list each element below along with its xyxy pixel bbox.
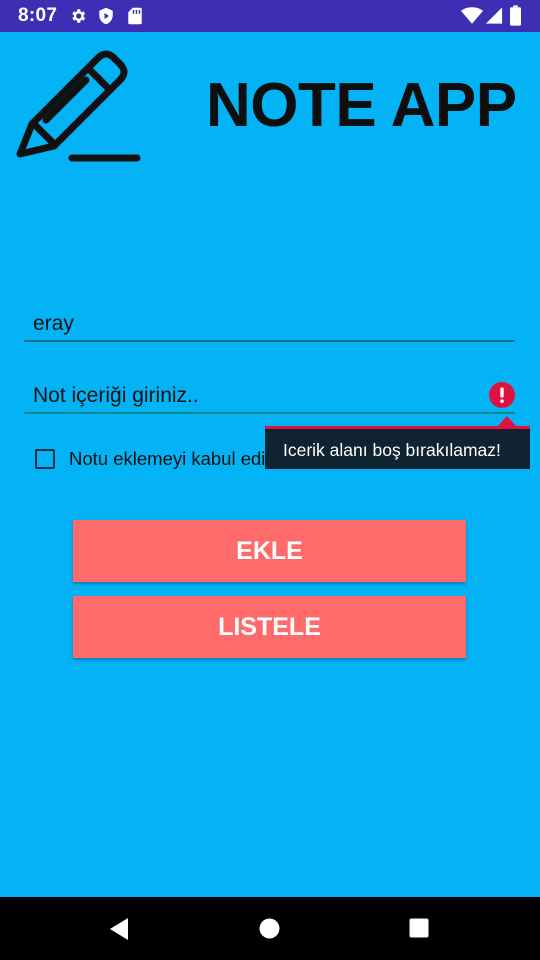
list-button[interactable]: LISTELE xyxy=(73,596,466,658)
status-time: 8:07 xyxy=(18,5,58,26)
error-popup-arrow xyxy=(498,416,516,426)
note-title-value: eray xyxy=(33,312,74,335)
pencil-edit-icon xyxy=(16,50,141,162)
sd-card-icon xyxy=(128,7,142,25)
recents-icon[interactable] xyxy=(409,918,429,938)
navigation-bar xyxy=(0,897,540,960)
note-app-screen: NOTE APP eray Not içeriği giriniz.. Notu… xyxy=(0,32,540,897)
add-button[interactable]: EKLE xyxy=(73,520,466,582)
back-icon[interactable] xyxy=(108,917,130,941)
battery-icon xyxy=(510,5,521,26)
play-protect-icon xyxy=(99,7,113,25)
consent-checkbox[interactable] xyxy=(35,449,55,469)
signal-icon xyxy=(485,7,503,24)
note-title-field[interactable]: eray xyxy=(24,306,515,342)
home-icon[interactable] xyxy=(259,918,280,939)
wifi-icon xyxy=(461,7,483,24)
error-popup: Icerik alanı boş bırakılamaz! xyxy=(265,426,530,469)
alert-circle-icon xyxy=(489,382,515,408)
note-content-field[interactable]: Not içeriği giriniz.. xyxy=(24,378,515,414)
status-bar: 8:07 xyxy=(0,0,540,32)
app-title: NOTE APP xyxy=(206,71,517,140)
note-content-placeholder: Not içeriği giriniz.. xyxy=(33,384,199,407)
settings-icon xyxy=(72,9,86,23)
